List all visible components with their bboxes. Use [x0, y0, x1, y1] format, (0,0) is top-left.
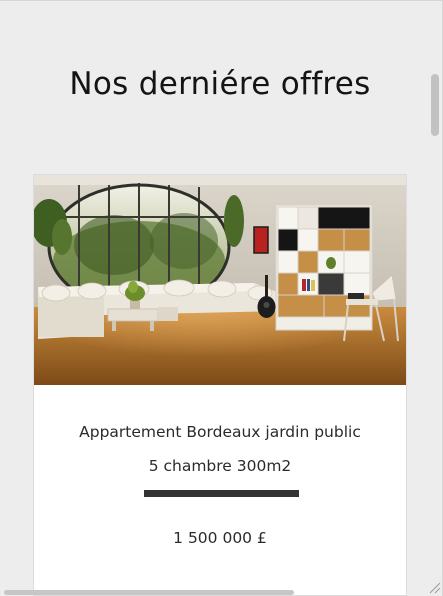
listing-title[interactable]: Appartement Bordeaux jardin public	[34, 423, 406, 441]
listing-image[interactable]	[34, 175, 407, 385]
viewport-top-border	[0, 0, 443, 1]
horizontal-scrollbar-thumb[interactable]	[4, 590, 294, 595]
resize-grip-icon[interactable]	[427, 580, 441, 594]
listing-card[interactable]: Appartement Bordeaux jardin public 5 cha…	[33, 174, 407, 596]
vertical-scrollbar-thumb[interactable]	[431, 74, 439, 136]
listing-price: 1 500 000 £	[173, 529, 267, 547]
listing-details: 5 chambre 300m2	[148, 457, 292, 475]
section-heading: Nos derniére offres	[69, 66, 371, 102]
listing-divider	[144, 490, 299, 497]
